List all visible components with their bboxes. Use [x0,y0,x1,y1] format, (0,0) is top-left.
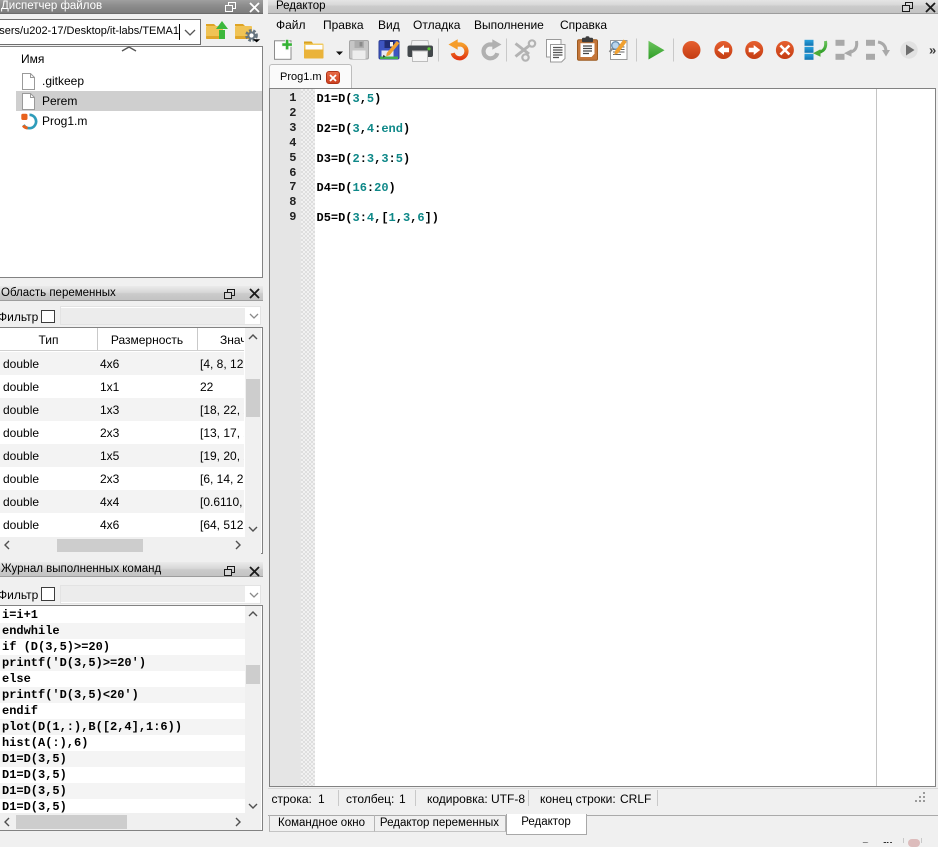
svg-text:»: » [929,43,936,58]
